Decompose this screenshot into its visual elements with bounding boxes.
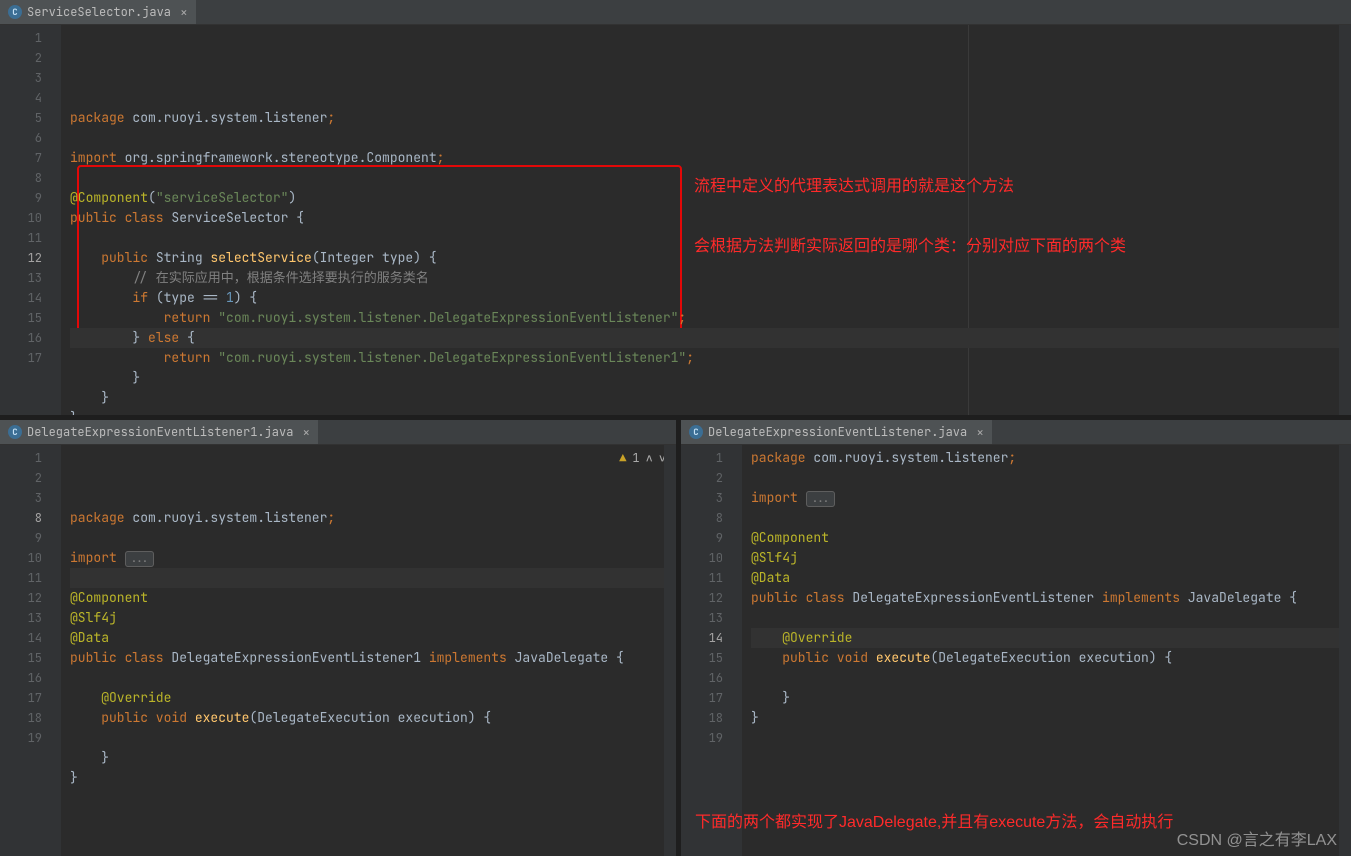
line-number-gutter: 1238910111213141516171819	[681, 445, 729, 856]
tab-bar-top: C ServiceSelector.java ×	[0, 0, 1351, 25]
tab-bar-br: C DelegateExpressionEventListener.java ×	[681, 420, 1351, 445]
tab-serviceselector[interactable]: C ServiceSelector.java ×	[0, 0, 196, 24]
fold-gutter	[48, 445, 62, 856]
tab-label: DelegateExpressionEventListener.java	[708, 424, 967, 440]
watermark-text: CSDN @言之有李LAX	[1177, 826, 1337, 850]
code-editor-top[interactable]: 1234567891011121314151617 package com.ru…	[0, 25, 1351, 415]
line-number-gutter: 1234567891011121314151617	[0, 25, 48, 415]
minimap[interactable]	[1339, 445, 1351, 856]
code-editor-bl[interactable]: 1238910111213141516171819 ▲ 1 ∧ ∨ packag…	[0, 445, 676, 856]
minimap[interactable]	[1339, 25, 1351, 415]
prev-highlight-icon[interactable]: ∧	[646, 448, 653, 468]
java-class-icon: C	[8, 425, 22, 439]
code-area[interactable]: package com.ruoyi.system.listener;import…	[743, 445, 1351, 856]
tab-listener[interactable]: C DelegateExpressionEventListener.java ×	[681, 420, 992, 444]
fold-gutter	[729, 445, 743, 856]
code-editor-br[interactable]: 1238910111213141516171819 package com.ru…	[681, 445, 1351, 856]
tab-label: ServiceSelector.java	[27, 4, 171, 20]
line-number-gutter: 1238910111213141516171819	[0, 445, 48, 856]
editor-pane-bottom-right: C DelegateExpressionEventListener.java ×…	[681, 420, 1351, 856]
minimap[interactable]	[664, 445, 676, 856]
java-class-icon: C	[8, 5, 22, 19]
warning-count: 1	[632, 448, 639, 468]
editor-pane-top: C ServiceSelector.java × 123456789101112…	[0, 0, 1351, 415]
problems-indicator[interactable]: ▲ 1 ∧ ∨	[619, 448, 666, 468]
close-icon[interactable]: ×	[180, 4, 188, 21]
code-area[interactable]: ▲ 1 ∧ ∨ package com.ruoyi.system.listene…	[62, 445, 676, 856]
close-icon[interactable]: ×	[302, 424, 310, 441]
fold-gutter	[48, 25, 62, 415]
close-icon[interactable]: ×	[976, 424, 984, 441]
tab-bar-bl: C DelegateExpressionEventListener1.java …	[0, 420, 676, 445]
tab-label: DelegateExpressionEventListener1.java	[27, 424, 293, 440]
java-class-icon: C	[689, 425, 703, 439]
tab-listener1[interactable]: C DelegateExpressionEventListener1.java …	[0, 420, 318, 444]
code-area[interactable]: package com.ruoyi.system.listener;import…	[62, 25, 1351, 415]
editor-pane-bottom-left: C DelegateExpressionEventListener1.java …	[0, 420, 676, 856]
warning-icon: ▲	[619, 448, 626, 468]
